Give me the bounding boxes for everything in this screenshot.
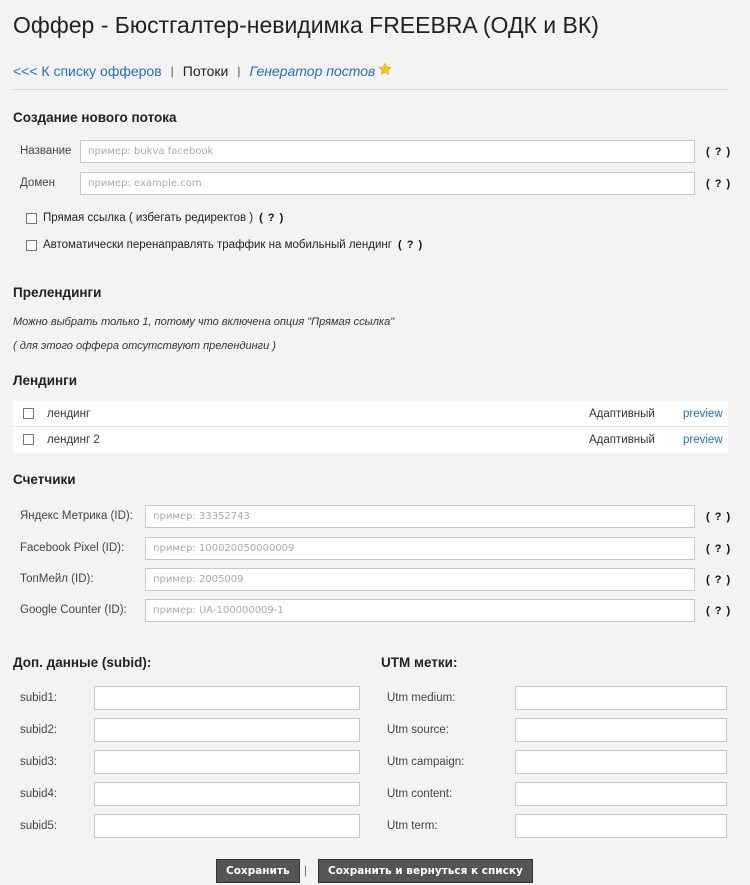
subid4-label: subid4: xyxy=(20,788,58,800)
subid3-label: subid3: xyxy=(20,756,58,768)
yandex-metrika-help[interactable]: ( ? ) xyxy=(706,511,731,523)
back-to-offers-link[interactable]: <<< К списку офферов xyxy=(13,63,162,79)
google-counter-input[interactable] xyxy=(145,599,695,622)
facebook-pixel-label: Facebook Pixel (ID): xyxy=(20,542,125,554)
utm-heading: UTM метки: xyxy=(381,655,458,670)
direct-link-checkbox[interactable] xyxy=(26,212,37,224)
google-counter-help[interactable]: ( ? ) xyxy=(706,605,731,617)
subid-heading: Доп. данные (subid): xyxy=(13,655,152,670)
landing-name: лендинг xyxy=(47,407,91,420)
topmail-help[interactable]: ( ? ) xyxy=(706,574,731,586)
domain-label: Домен xyxy=(20,177,55,189)
subid1-label: subid1: xyxy=(20,692,58,704)
landing-checkbox[interactable] xyxy=(23,434,34,445)
subid5-label: subid5: xyxy=(20,820,58,832)
counters-heading: Счетчики xyxy=(13,472,76,487)
direct-link-help[interactable]: ( ? ) xyxy=(259,212,284,224)
utm-medium-input[interactable] xyxy=(515,686,727,710)
nav-separator: | xyxy=(170,63,174,78)
name-label: Название xyxy=(20,145,72,157)
auto-redirect-label: Автоматически перенаправлять траффик на … xyxy=(43,239,392,251)
landing-type: Адаптивный xyxy=(589,434,655,446)
save-and-return-button[interactable]: Сохранить и вернуться к списку xyxy=(318,859,533,883)
prelandings-note: Можно выбрать только 1, потому что включ… xyxy=(13,316,395,328)
topmail-label: ТопМейл (ID): xyxy=(20,573,94,585)
google-counter-label: Google Counter (ID): xyxy=(20,604,127,616)
facebook-pixel-input[interactable] xyxy=(145,537,695,560)
yandex-metrika-input[interactable] xyxy=(145,505,695,528)
landing-checkbox[interactable] xyxy=(23,408,34,419)
landing-row: лендинг 2 Адаптивный preview xyxy=(13,427,728,453)
nav-current-flows: Потоки xyxy=(182,62,229,79)
utm-medium-label: Utm medium: xyxy=(387,692,456,704)
subid5-input[interactable] xyxy=(94,814,360,838)
facebook-pixel-help[interactable]: ( ? ) xyxy=(706,543,731,555)
utm-source-input[interactable] xyxy=(515,718,727,742)
star-icon xyxy=(378,62,392,79)
landings-heading: Лендинги xyxy=(13,373,78,388)
button-separator: | xyxy=(304,865,307,877)
landing-name: лендинг 2 xyxy=(47,434,100,446)
domain-help[interactable]: ( ? ) xyxy=(706,178,731,190)
landing-preview-link[interactable]: preview xyxy=(683,408,723,420)
auto-redirect-help[interactable]: ( ? ) xyxy=(398,239,423,251)
utm-campaign-label: Utm campaign: xyxy=(387,756,465,768)
landing-row: лендинг Адаптивный preview xyxy=(13,401,728,427)
utm-content-label: Utm content: xyxy=(387,788,453,800)
landings-list: лендинг Адаптивный preview лендинг 2 Ада… xyxy=(13,401,728,453)
domain-input[interactable] xyxy=(80,172,695,195)
landing-preview-link[interactable]: preview xyxy=(683,434,723,446)
subid4-input[interactable] xyxy=(94,782,360,806)
subid1-input[interactable] xyxy=(94,686,360,710)
yandex-metrika-label: Яндекс Метрика (ID): xyxy=(20,510,133,522)
topmail-input[interactable] xyxy=(145,568,695,591)
direct-link-option: Прямая ссылка ( избегать редиректов ) ( … xyxy=(26,212,284,224)
name-help[interactable]: ( ? ) xyxy=(706,146,731,158)
auto-redirect-checkbox[interactable] xyxy=(26,239,37,251)
page-title: Оффер - Бюстгалтер-невидимка FREEBRA (ОД… xyxy=(13,12,599,38)
direct-link-label: Прямая ссылка ( избегать редиректов ) xyxy=(43,212,254,224)
utm-term-label: Utm term: xyxy=(387,820,438,832)
auto-redirect-option: Автоматически перенаправлять траффик на … xyxy=(26,239,423,251)
utm-source-label: Utm source: xyxy=(387,724,449,736)
utm-campaign-input[interactable] xyxy=(515,750,727,774)
breadcrumb-nav: <<< К списку офферов | Потоки | Генерато… xyxy=(13,62,392,79)
name-input[interactable] xyxy=(80,140,695,163)
prelandings-empty-note: ( для этого оффера отсутствуют прелендин… xyxy=(13,340,276,352)
nav-separator: | xyxy=(237,63,241,78)
divider xyxy=(13,89,728,90)
prelandings-heading: Прелендинги xyxy=(13,285,102,300)
landing-type: Адаптивный xyxy=(589,407,655,420)
subid3-input[interactable] xyxy=(94,750,360,774)
post-generator-link[interactable]: Генератор постов xyxy=(249,63,375,79)
new-flow-heading: Создание нового потока xyxy=(13,110,177,125)
subid2-input[interactable] xyxy=(94,718,360,742)
utm-content-input[interactable] xyxy=(515,782,727,806)
save-button[interactable]: Сохранить xyxy=(216,859,300,883)
utm-term-input[interactable] xyxy=(515,814,727,838)
subid2-label: subid2: xyxy=(20,724,58,736)
